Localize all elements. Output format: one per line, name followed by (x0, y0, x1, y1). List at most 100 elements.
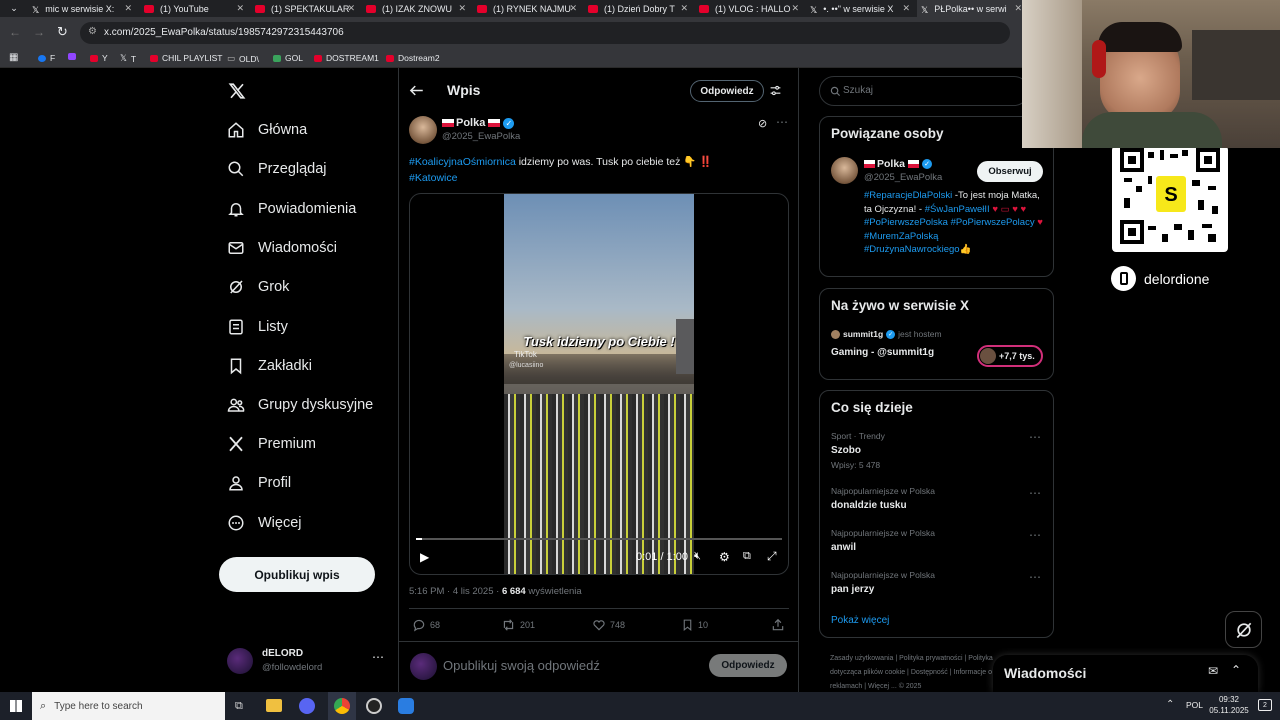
nav-more[interactable]: Więcej (227, 514, 302, 532)
task-view-icon[interactable]: ⧉ (235, 700, 243, 713)
more-dots-icon[interactable]: ⋯ (372, 650, 384, 664)
nav-premium[interactable]: Premium (227, 435, 316, 453)
fullscreen-icon[interactable]: ⤢ (767, 549, 777, 564)
reply-submit-button[interactable]: Odpowiedz (709, 654, 787, 677)
chrome-taskbar-active[interactable] (328, 692, 356, 720)
obs-icon[interactable] (366, 698, 382, 714)
nav-communities[interactable]: Grupy dyskusyjne (227, 396, 373, 414)
collapse-up-icon[interactable]: ⌃ (1231, 663, 1241, 677)
browser-tab[interactable]: 𝕏mic w serwisie X: ✕ (28, 0, 132, 17)
browser-tab[interactable]: (1) IZAK ZNOWU ✕ (362, 0, 466, 17)
reply-action[interactable]: 68 (412, 618, 440, 632)
bookmark[interactable]: GOL (273, 53, 303, 63)
grok-floating-button[interactable] (1225, 611, 1262, 648)
bookmark[interactable]: Y (90, 53, 108, 63)
related-avatar[interactable] (831, 157, 858, 184)
close-icon[interactable]: ✕ (680, 3, 688, 14)
clock[interactable]: 09:32 05.11.2025 (1206, 694, 1252, 716)
settings-icon[interactable]: ⚙ (719, 550, 730, 564)
like-action[interactable]: 748 (592, 618, 625, 632)
browser-tab[interactable]: 𝕏 •. ••" w serwisie X ✕ (806, 0, 910, 17)
browser-tab[interactable]: (1) YouTube ✕ (140, 0, 244, 17)
post-timestamp[interactable]: 5:16 PM · 4 lis 2025 · (409, 586, 502, 597)
close-icon[interactable]: ✕ (569, 3, 577, 14)
related-name-row[interactable]: Polka ✓ (864, 158, 933, 170)
mute-icon[interactable]: 🔇︎ (694, 550, 701, 563)
nav-home[interactable]: Główna (227, 121, 307, 139)
video-player[interactable]: Tusk idziemy po Ciebie ! TikTok @lucasii… (409, 193, 789, 575)
close-icon[interactable]: ✕ (1014, 3, 1022, 14)
bookmark[interactable] (68, 53, 80, 60)
browser-tab[interactable]: (1) RYNEK NAJMU ✕ (473, 0, 577, 17)
reply-input[interactable]: Opublikuj swoją odpowiedź (443, 658, 600, 673)
live-listeners-pill[interactable]: +7,7 tys. (977, 345, 1043, 367)
back-arrow-icon[interactable] (409, 84, 424, 97)
live-space-name[interactable]: Gaming - @summit1g (831, 347, 934, 358)
windows-start-icon[interactable] (10, 700, 22, 712)
more-dots-icon[interactable]: ⋯ (1029, 486, 1041, 500)
tray-chevron-icon[interactable]: ⌃ (1166, 699, 1174, 710)
more-dots-icon[interactable]: ⋯ (776, 115, 788, 129)
site-info-icon[interactable]: ⚙ (88, 26, 97, 37)
browser-tab[interactable]: (1) VLOG : HALLO ✕ (695, 0, 799, 17)
grok-icon[interactable]: ⊘ (758, 117, 767, 130)
author-name-row[interactable]: Polka ✓ (442, 117, 515, 129)
pip-icon[interactable]: ⧉ (743, 550, 751, 563)
language-indicator[interactable]: POL (1186, 700, 1203, 710)
trend-item[interactable]: Najpopularniejsze w Polska donaldzie tus… (831, 486, 1046, 511)
follow-button[interactable]: Obserwuj (977, 161, 1043, 182)
author-avatar[interactable] (409, 116, 437, 144)
author-handle[interactable]: @2025_EwaPolka (442, 131, 520, 142)
bookmark-folder[interactable]: ▭ OLD\ (227, 53, 259, 64)
video-progress-track[interactable] (416, 538, 782, 540)
bookmark[interactable]: F (38, 53, 55, 63)
nav-messages[interactable]: Wiadomości (227, 239, 337, 257)
close-icon[interactable]: ✕ (458, 3, 466, 14)
close-icon[interactable]: ✕ (236, 3, 244, 14)
nav-profile[interactable]: Profil (227, 474, 291, 492)
back-arrow-icon[interactable]: ← (9, 25, 21, 39)
bookmark[interactable]: 𝕏T (120, 53, 136, 64)
bookmark-action[interactable]: 10 (681, 618, 708, 632)
search-box[interactable]: Szukaj (819, 76, 1029, 106)
more-dots-icon[interactable]: ⋯ (1029, 528, 1041, 542)
browser-tab[interactable]: (1) SPEKTAKULAR ✕ (251, 0, 355, 17)
taskbar-search[interactable]: ⌕ Type here to search (32, 692, 225, 720)
nav-grok[interactable]: Grok (227, 278, 289, 296)
more-dots-icon[interactable]: ⋯ (1029, 570, 1041, 584)
close-icon[interactable]: ✕ (124, 3, 132, 14)
bookmark[interactable]: Dostream2 (386, 53, 440, 63)
discord-icon[interactable] (299, 698, 315, 714)
hashtag-link[interactable]: #Katowice (409, 172, 457, 184)
messages-drawer[interactable]: Wiadomości ✉ ⌃ (993, 655, 1258, 692)
trend-item[interactable]: Najpopularniejsze w Polska pan jerzy (831, 570, 1046, 595)
address-bar[interactable]: ⚙ x.com/2025_EwaPolka/status/19857429723… (80, 22, 1010, 44)
sliders-icon[interactable] (769, 84, 782, 97)
more-dots-icon[interactable]: ⋯ (1029, 430, 1041, 444)
share-icon[interactable] (771, 618, 785, 632)
account-switcher[interactable]: dELORD @followdelord ⋯ (227, 646, 387, 680)
nav-notifications[interactable]: Powiadomienia (227, 200, 356, 218)
reply-header-button[interactable]: Odpowiedz (690, 80, 764, 102)
bookmark[interactable]: CHIL PLAYLIST (150, 53, 222, 63)
notifications-icon[interactable]: 2 (1258, 699, 1272, 711)
play-icon[interactable]: ▶ (420, 550, 429, 564)
tab-list-button[interactable]: ⌄ (0, 0, 24, 17)
close-icon[interactable]: ✕ (791, 3, 799, 14)
reload-icon[interactable]: ↻ (57, 24, 68, 40)
search-input[interactable]: Szukaj (843, 85, 873, 96)
new-message-icon[interactable]: ✉ (1208, 664, 1218, 678)
forward-arrow-icon[interactable]: → (33, 25, 45, 39)
hashtag-link[interactable]: #KoalicyjnaOśmiornica (409, 156, 516, 168)
show-more-link[interactable]: Pokaż więcej (831, 615, 889, 626)
apps-grid-icon[interactable]: ▦ (9, 52, 18, 63)
nav-lists[interactable]: Listy (227, 318, 288, 336)
trend-item[interactable]: Najpopularniejsze w Polska anwil (831, 528, 1046, 553)
file-explorer-icon[interactable] (266, 699, 282, 712)
browser-tab[interactable]: (1) Dzień Dobry T ✕ (584, 0, 688, 17)
x-logo-icon[interactable] (228, 82, 246, 100)
repost-action[interactable]: 201 (501, 618, 535, 632)
publish-post-button[interactable]: Opublikuj wpis (219, 557, 375, 592)
nav-bookmarks[interactable]: Zakładki (227, 357, 312, 375)
nav-explore[interactable]: Przeglądaj (227, 160, 327, 178)
